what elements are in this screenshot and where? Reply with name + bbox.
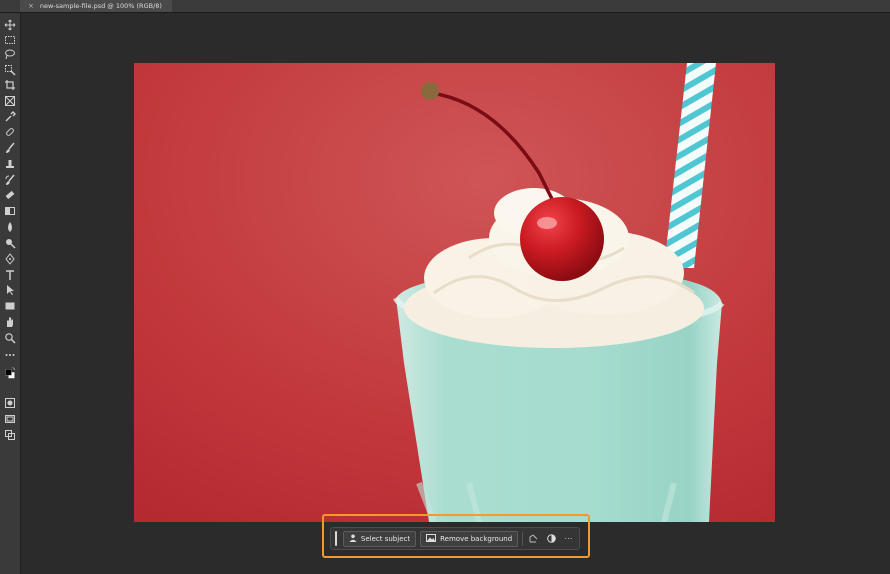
object-selection-tool-icon[interactable]	[4, 64, 16, 76]
healing-brush-tool-icon[interactable]	[4, 126, 16, 138]
select-subject-icon	[349, 534, 357, 544]
rectangle-tool-icon[interactable]	[4, 300, 16, 312]
dodge-tool-icon[interactable]	[4, 237, 16, 249]
blur-tool-icon[interactable]	[4, 221, 16, 233]
quick-mask-icon[interactable]	[4, 397, 16, 409]
color-swatches-icon[interactable]	[4, 367, 16, 383]
history-brush-tool-icon[interactable]	[4, 174, 16, 186]
document-tab-title: new-sample-file.psd @ 100% (RGB/8)	[39, 2, 162, 10]
cherry	[520, 197, 604, 281]
path-selection-tool-icon[interactable]	[4, 284, 16, 296]
frame-tool-icon[interactable]	[4, 95, 16, 107]
tools-panel	[0, 13, 21, 574]
more-tools-icon[interactable]	[4, 349, 16, 361]
remove-background-icon	[426, 533, 437, 544]
zoom-tool-icon[interactable]	[4, 332, 16, 344]
taskbar-grip-handle[interactable]	[335, 531, 337, 546]
select-subject-button[interactable]: Select subject	[342, 530, 417, 547]
move-tool-icon[interactable]	[4, 19, 16, 31]
type-tool-icon[interactable]	[4, 269, 16, 281]
stem-tip	[421, 82, 439, 100]
eraser-tool-icon[interactable]	[4, 189, 16, 201]
screen-mode-icon[interactable]	[4, 413, 16, 425]
remove-background-label: Remove background	[440, 534, 513, 543]
document-tab-bar: × new-sample-file.psd @ 100% (RGB/8)	[0, 0, 890, 13]
contextual-taskbar: Select subject Remove background ⋯	[330, 527, 580, 550]
pen-tool-icon[interactable]	[4, 253, 16, 265]
select-subject-label: Select subject	[360, 534, 411, 543]
remove-background-button[interactable]: Remove background	[420, 530, 519, 547]
crop-tool-icon[interactable]	[4, 79, 16, 91]
document-tab[interactable]: × new-sample-file.psd @ 100% (RGB/8)	[20, 0, 172, 12]
brush-tool-icon[interactable]	[4, 142, 16, 154]
lasso-tool-icon[interactable]	[4, 48, 16, 60]
artboard-icon[interactable]	[4, 429, 16, 441]
milkshake-photo	[134, 63, 775, 522]
taskbar-divider	[522, 531, 524, 546]
gradient-tool-icon[interactable]	[4, 205, 16, 217]
adjustment-icon[interactable]	[544, 531, 557, 547]
more-options-icon[interactable]: ⋯	[562, 531, 575, 547]
eyedropper-tool-icon[interactable]	[4, 111, 16, 123]
close-icon[interactable]: ×	[28, 0, 34, 12]
document-image[interactable]	[134, 63, 775, 522]
clone-stamp-tool-icon[interactable]	[4, 158, 16, 170]
hand-tool-icon[interactable]	[4, 316, 16, 328]
transform-icon[interactable]	[527, 531, 540, 547]
marquee-tool-icon[interactable]	[4, 34, 16, 46]
